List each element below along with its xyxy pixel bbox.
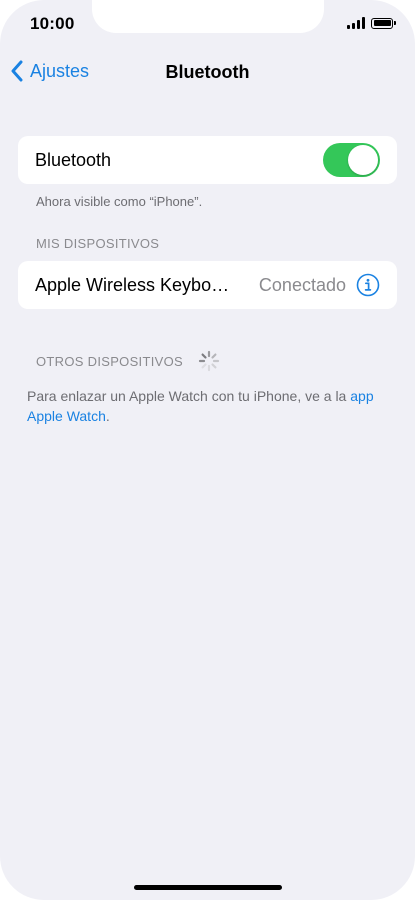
home-indicator[interactable] [134,885,282,890]
other-devices-header: OTROS DISPOSITIVOS [36,354,183,369]
apple-watch-note: Para enlazar un Apple Watch con tu iPhon… [27,386,387,426]
my-devices-group: Apple Wireless Keybo… Conectado [18,261,397,309]
bluetooth-group: Bluetooth [18,136,397,184]
device-row[interactable]: Apple Wireless Keybo… Conectado [18,261,397,309]
bluetooth-label: Bluetooth [35,149,112,170]
device-name: Apple Wireless Keybo… [35,274,230,295]
cellular-signal-icon [347,17,365,29]
bluetooth-toggle[interactable] [323,143,380,177]
watch-note-text: Para enlazar un Apple Watch con tu iPhon… [27,388,351,404]
info-icon[interactable] [356,273,380,297]
toggle-knob [348,145,378,175]
notch [92,0,324,33]
my-devices-header: MIS DISPOSITIVOS [36,236,160,251]
device-status: Conectado [258,274,346,295]
watch-note-end: . [105,408,110,424]
phone-screen: 10:00 Ajustes Bluetooth Bluetooth Ahora … [0,0,415,900]
page-title: Bluetooth [165,62,250,82]
status-icons [347,17,396,29]
battery-icon [371,17,396,29]
loading-spinner-icon [198,350,220,372]
status-time: 10:00 [30,14,75,33]
bluetooth-row: Bluetooth [18,136,397,184]
visibility-caption: Ahora visible como “iPhone”. [36,194,203,209]
